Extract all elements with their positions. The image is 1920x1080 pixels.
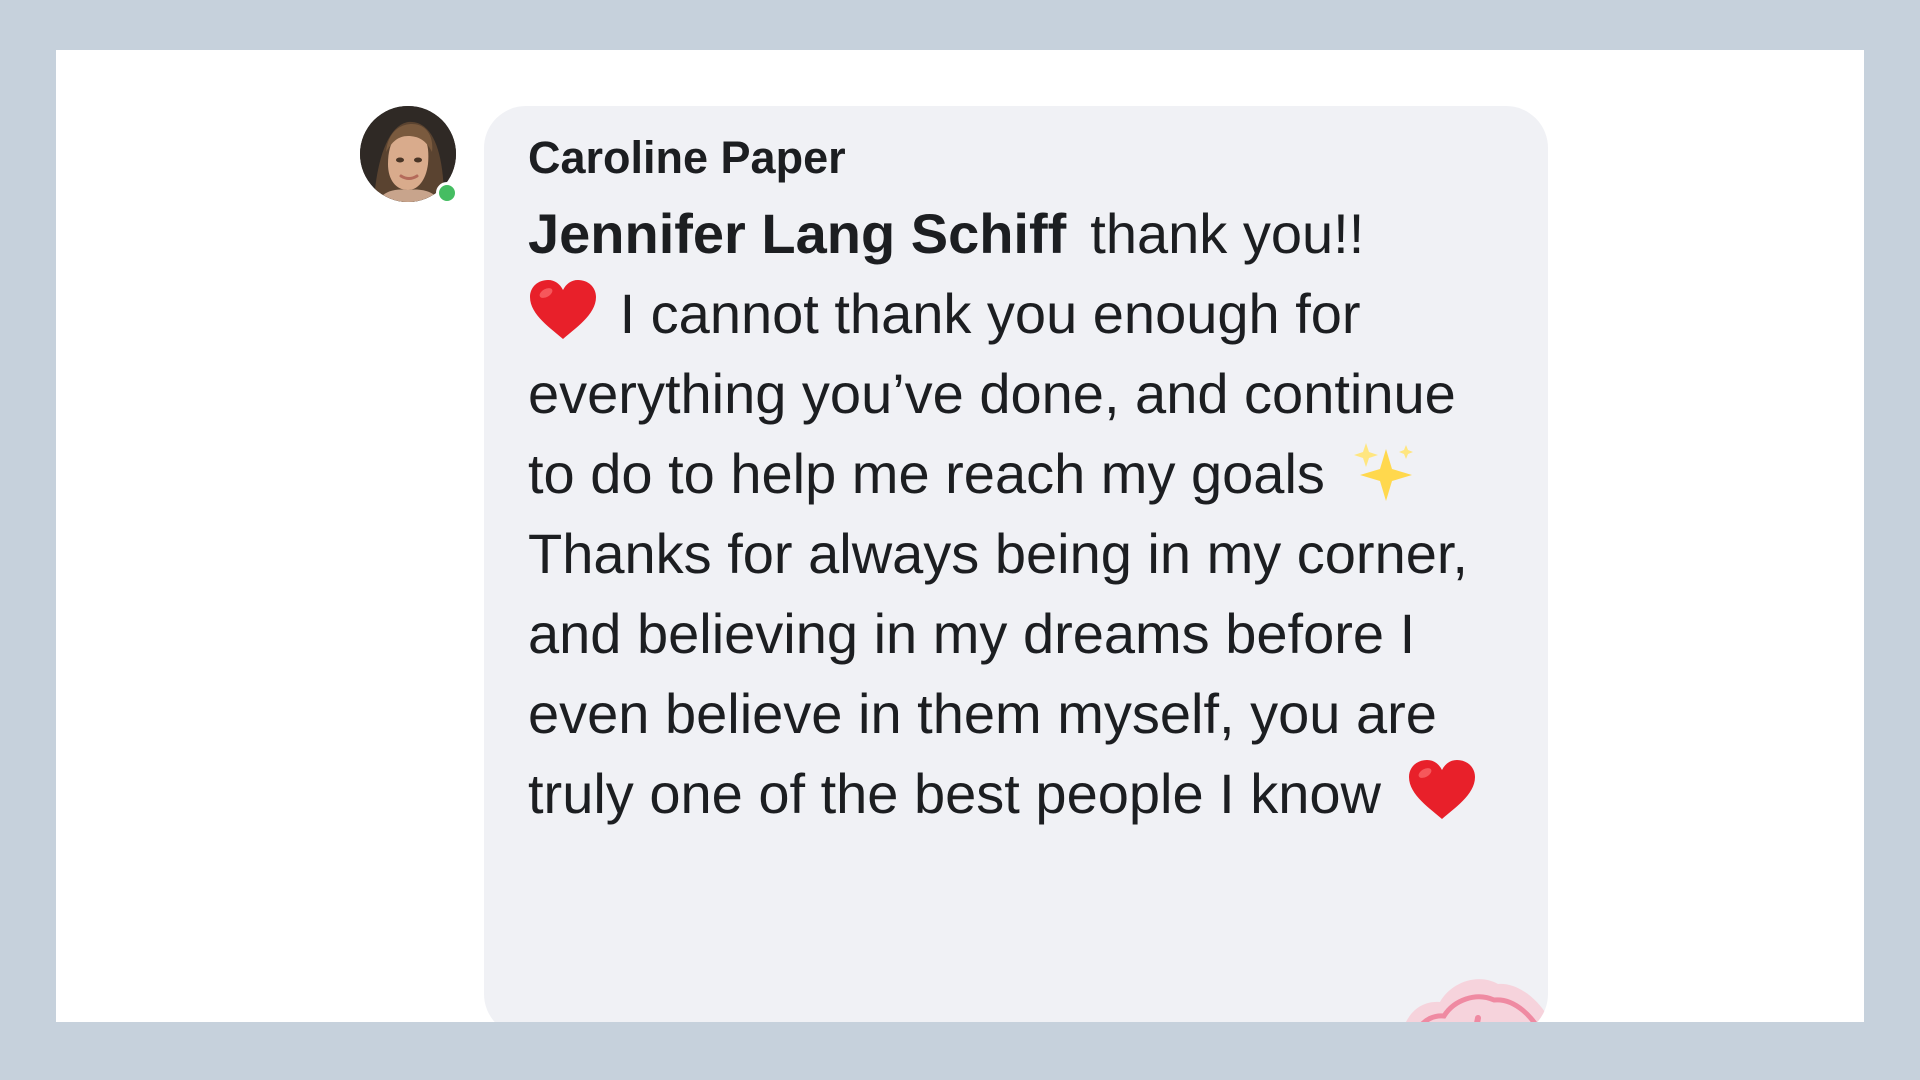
sparkles-icon bbox=[1352, 441, 1418, 503]
comment-text-part-1: thank you!! bbox=[1090, 202, 1365, 265]
red-heart-icon bbox=[528, 279, 598, 341]
avatar[interactable] bbox=[360, 106, 458, 204]
mentioned-user[interactable]: Jennifer Lang Schiff bbox=[528, 202, 1066, 265]
sticker-decoration-icon bbox=[1380, 954, 1548, 1022]
comment-text-part-3: Thanks for always being in my corner, an… bbox=[528, 522, 1468, 825]
red-heart-icon bbox=[1407, 759, 1477, 821]
screenshot-frame: Caroline Paper Jennifer Lang Schiff thank… bbox=[56, 50, 1864, 1022]
comment-author[interactable]: Caroline Paper bbox=[528, 128, 1510, 188]
comment-bubble: Caroline Paper Jennifer Lang Schiff thank… bbox=[484, 106, 1548, 1022]
comment-text-part-2: I cannot thank you enough for everything… bbox=[528, 282, 1456, 505]
comment-text: Jennifer Lang Schiff thank you!! I cannot… bbox=[528, 194, 1508, 834]
online-status-indicator bbox=[436, 182, 458, 204]
